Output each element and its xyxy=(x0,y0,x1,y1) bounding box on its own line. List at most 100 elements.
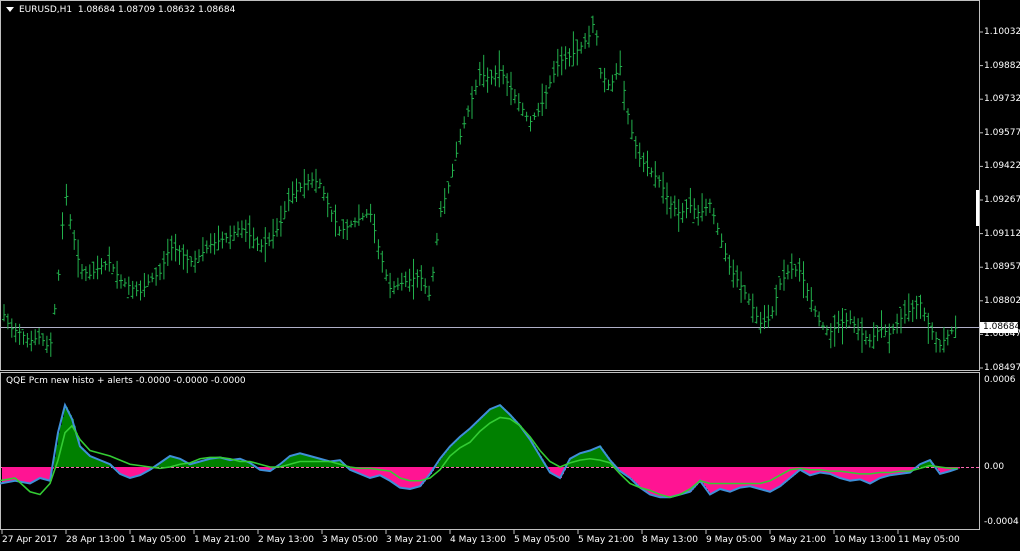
price-bar xyxy=(821,322,825,331)
price-bar xyxy=(789,253,794,279)
price-bar xyxy=(934,331,939,353)
price-bar xyxy=(575,39,580,66)
price-bar xyxy=(204,240,209,254)
price-bar xyxy=(860,317,864,353)
price-bar xyxy=(392,281,396,295)
price-bar xyxy=(13,323,18,343)
price-bar xyxy=(349,220,354,228)
histogram-bar xyxy=(168,457,170,467)
histogram-bar xyxy=(472,426,474,467)
price-bar xyxy=(739,271,744,303)
price-bar xyxy=(76,239,81,278)
price-bar xyxy=(251,227,256,249)
histogram-bar xyxy=(734,467,736,491)
price-bar xyxy=(173,233,178,262)
price-bar xyxy=(871,322,876,349)
histogram-bar xyxy=(206,459,208,467)
histogram-bar xyxy=(736,467,738,490)
histogram-bar xyxy=(510,414,512,467)
price-bar xyxy=(95,255,100,280)
price-bar xyxy=(216,225,221,251)
price-bar xyxy=(813,305,818,318)
price-bar xyxy=(310,172,315,188)
price-bar xyxy=(169,235,174,261)
price-bar xyxy=(618,50,623,76)
time-tick-label: 28 Apr 13:00 xyxy=(66,535,125,545)
histogram-bar xyxy=(476,422,478,467)
histogram-bar xyxy=(660,467,662,498)
price-bar xyxy=(696,204,701,226)
histogram-bar xyxy=(474,424,476,467)
price-bar xyxy=(306,173,311,191)
price-bar xyxy=(856,318,861,341)
price-bar xyxy=(540,83,545,116)
price-bar xyxy=(454,141,459,161)
histogram-bar xyxy=(636,467,638,484)
histogram-bar xyxy=(212,458,214,467)
histogram-bar xyxy=(464,433,466,467)
price-bar xyxy=(824,325,829,336)
histogram-bar xyxy=(758,467,760,489)
price-bar xyxy=(126,276,131,299)
chart-canvas[interactable] xyxy=(0,0,1020,551)
price-bar xyxy=(805,283,810,302)
price-bar xyxy=(384,269,389,281)
price-bar xyxy=(290,181,295,204)
price-bar xyxy=(161,250,166,280)
histogram-bar xyxy=(868,467,870,483)
price-bar xyxy=(134,281,139,297)
price-bar xyxy=(700,193,705,222)
histogram-bar xyxy=(844,467,846,480)
price-bar xyxy=(645,150,650,177)
price-bar xyxy=(672,195,677,217)
price-tick-label: 1.08802 xyxy=(984,295,1020,306)
histogram-bar xyxy=(488,411,490,467)
price-bar xyxy=(641,152,646,173)
histogram-bar xyxy=(126,467,128,477)
histogram-bar xyxy=(518,423,520,467)
price-bar xyxy=(403,271,408,288)
histogram-bar xyxy=(496,406,498,467)
histogram-bar xyxy=(130,467,132,478)
time-tick-label: 27 Apr 2017 xyxy=(2,535,58,545)
histogram-bar xyxy=(554,467,556,475)
price-bar xyxy=(902,299,907,324)
price-bar xyxy=(431,266,435,282)
price-bar xyxy=(446,181,451,194)
price-bar xyxy=(56,269,61,281)
price-bar xyxy=(17,323,22,345)
histogram-bar xyxy=(24,467,26,483)
price-bar xyxy=(836,310,841,334)
price-bar xyxy=(707,198,712,214)
histogram-bar xyxy=(412,467,414,489)
price-bar xyxy=(146,274,151,287)
time-tick-label: 9 May 05:00 xyxy=(706,535,762,545)
indicator-title: QQE Pcm new histo + alerts -0.0000 -0.00… xyxy=(6,376,246,386)
chart-shift-marker[interactable] xyxy=(976,190,979,226)
price-bar xyxy=(337,226,342,236)
price-bar xyxy=(197,249,201,263)
price-bar xyxy=(590,15,595,33)
price-bar xyxy=(450,163,455,178)
price-bar xyxy=(602,67,607,93)
histogram-bar xyxy=(20,467,22,482)
price-bar xyxy=(809,287,814,312)
price-bar xyxy=(598,67,603,79)
price-bar xyxy=(579,41,584,54)
histogram-bar xyxy=(638,467,640,486)
price-bar xyxy=(649,167,654,178)
price-bar xyxy=(333,204,338,237)
histogram-bar xyxy=(724,467,726,491)
histogram-bar xyxy=(732,467,734,491)
histogram-bar xyxy=(646,467,648,492)
dropdown-triangle-icon[interactable] xyxy=(6,7,14,12)
histogram-bar xyxy=(756,467,758,488)
price-bar xyxy=(516,93,521,112)
price-bar xyxy=(797,258,802,282)
price-bar xyxy=(477,61,482,86)
price-bar xyxy=(438,201,443,218)
time-tick-label: 8 May 13:00 xyxy=(642,535,698,545)
histogram-bar xyxy=(404,467,406,489)
price-bar xyxy=(801,261,806,299)
price-bar xyxy=(2,304,6,322)
